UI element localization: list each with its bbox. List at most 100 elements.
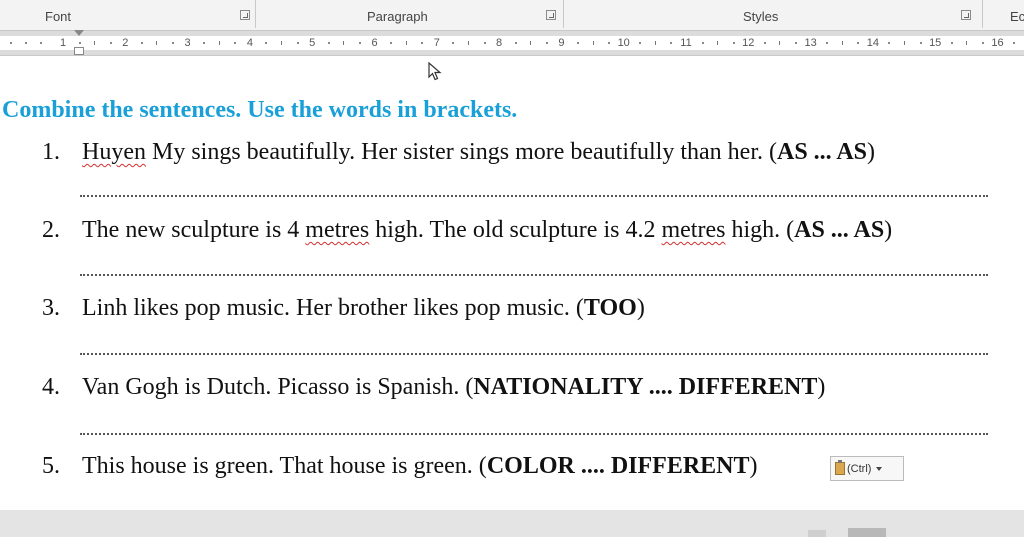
item-number: 1. — [42, 139, 60, 165]
spelling-flagged-word[interactable]: Huyen — [82, 139, 146, 165]
first-line-indent-marker-icon[interactable] — [74, 30, 84, 36]
item-text: Linh likes pop music. Her brother likes … — [82, 295, 584, 321]
ruler-dot — [545, 42, 548, 44]
item-number: 2. — [42, 217, 60, 243]
ruler-tick — [966, 41, 968, 45]
spelling-flagged-word[interactable]: metres — [661, 217, 725, 243]
ruler-number: 5 — [309, 37, 316, 49]
ruler-dot — [358, 42, 361, 44]
answer-line-4[interactable] — [80, 433, 988, 435]
item-keyword: AS ... AS — [794, 217, 885, 243]
exercise-heading: Combine the sentences. Use the words in … — [2, 97, 518, 123]
ruler-tick — [94, 41, 96, 45]
item-text: My sings beautifully. Her sister sings m… — [145, 139, 777, 165]
ruler-dot — [10, 42, 12, 44]
horizontal-ruler[interactable]: 1 2 3 4 5 6 7 8 9 10 11 12 13 14 15 16 — [0, 36, 1024, 50]
ribbon-separator — [982, 0, 983, 28]
ruler-dot — [172, 42, 175, 44]
ruler-dot — [826, 42, 829, 44]
ruler-dot — [857, 42, 860, 44]
ruler-tick — [779, 41, 781, 45]
view-mode-button[interactable] — [808, 530, 826, 537]
item-keyword: COLOR .... DIFFERENT — [486, 453, 750, 479]
left-indent-marker-icon[interactable] — [74, 47, 84, 55]
ruler-number: 3 — [184, 37, 191, 49]
ruler-dot — [327, 42, 330, 44]
ribbon: Font Paragraph Styles Ec — [0, 0, 1024, 30]
item-text-end: ) — [749, 453, 758, 479]
ruler-dot — [78, 42, 81, 44]
item-number: 5. — [42, 453, 60, 479]
ruler-number: 6 — [371, 37, 378, 49]
ruler-dot — [296, 42, 299, 44]
ruler-number: 1 — [59, 37, 67, 49]
exercise-item-3: 3. Linh likes pop music. Her brother like… — [42, 295, 645, 322]
ruler-dot — [888, 42, 891, 44]
ruler-dot — [1013, 42, 1016, 44]
spelling-flagged-word[interactable]: metres — [305, 217, 369, 243]
ribbon-group-styles-label: Styles — [743, 9, 779, 24]
ruler-dot — [608, 42, 611, 44]
ruler-dot — [234, 42, 237, 44]
ribbon-separator — [563, 0, 564, 28]
ruler-tick — [218, 41, 220, 45]
item-keyword: TOO — [583, 295, 637, 321]
ruler-dot — [109, 42, 112, 44]
item-text: high. ( — [725, 217, 795, 243]
ruler-number: 8 — [496, 37, 503, 49]
paragraph-dialog-launcher-icon[interactable] — [546, 10, 556, 20]
ruler-number: 7 — [433, 37, 440, 49]
mouse-pointer-icon — [428, 62, 442, 81]
ruler-tick — [841, 41, 843, 45]
exercise-item-5: 5. This house is green. That house is gre… — [42, 453, 758, 480]
item-text-end: ) — [867, 139, 876, 165]
ruler-dot — [483, 42, 486, 44]
view-mode-button-active[interactable] — [848, 528, 886, 537]
ruler-tick — [904, 41, 906, 45]
ruler-tick — [467, 41, 469, 45]
ruler-dot — [421, 42, 424, 44]
paste-options-button[interactable]: (Ctrl) — [830, 456, 904, 481]
answer-line-1[interactable] — [80, 195, 988, 197]
exercise-item-2: 2. The new sculpture is 4 metres high. Th… — [42, 217, 892, 244]
item-text: high. The old sculpture is 4.2 — [369, 217, 662, 243]
ruler-dot — [732, 42, 735, 44]
ruler-dot — [919, 42, 922, 44]
ruler-tick — [717, 41, 719, 45]
ruler-tick — [343, 41, 345, 45]
ruler-dot — [795, 42, 798, 44]
item-text-end: ) — [817, 374, 826, 400]
ribbon-separator — [255, 0, 256, 28]
item-keyword: AS ... AS — [776, 139, 868, 165]
item-text-end: ) — [884, 217, 893, 243]
ruler-dot — [203, 42, 206, 44]
ruler-dot — [452, 42, 455, 44]
ruler-dot — [701, 42, 704, 44]
exercise-item-1: 1. Huyen My sings beautifully. Her sister… — [42, 139, 875, 166]
ruler-number: 2 — [122, 37, 129, 49]
clipboard-icon — [835, 460, 845, 475]
ruler-number: 13 — [804, 37, 817, 49]
font-dialog-launcher-icon[interactable] — [240, 10, 250, 20]
ruler-tick — [654, 41, 656, 45]
ruler-dot — [140, 42, 143, 44]
ruler-dot — [670, 42, 673, 44]
ruler-dot — [639, 42, 642, 44]
item-text: Van Gogh is Dutch. Picasso is Spanish. ( — [82, 374, 474, 400]
ribbon-group-font-label: Font — [45, 9, 72, 24]
ruler-dot — [40, 42, 42, 44]
ruler-number: 12 — [742, 37, 755, 49]
item-keyword: NATIONALITY .... DIFFERENT — [473, 374, 818, 400]
ruler-dot — [576, 42, 579, 44]
ruler-dot — [981, 42, 984, 44]
ruler-number: 11 — [680, 37, 692, 49]
answer-line-2[interactable] — [80, 274, 988, 276]
ruler-number: 15 — [929, 37, 942, 49]
styles-dialog-launcher-icon[interactable] — [961, 10, 971, 20]
ribbon-group-paragraph-label: Paragraph — [367, 9, 428, 24]
item-text: The new sculpture is 4 — [82, 217, 306, 243]
chevron-down-icon — [876, 466, 883, 471]
ruler-tick — [156, 41, 158, 45]
ruler-tick — [530, 41, 532, 45]
answer-line-3[interactable] — [80, 353, 988, 355]
